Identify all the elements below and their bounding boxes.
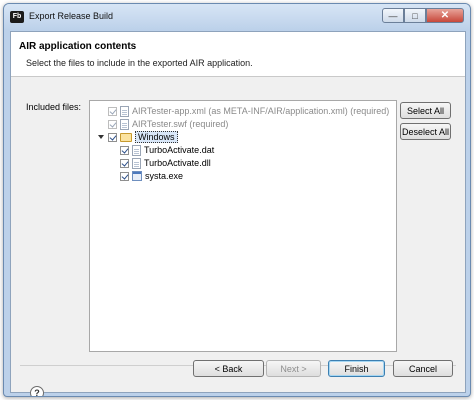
tree-item-checkbox[interactable]: [120, 158, 129, 168]
tree-item-label: TurboActivate.dll: [144, 158, 211, 168]
wizard-header: AIR application contents Select the file…: [11, 32, 465, 77]
tree-item-checkbox[interactable]: [108, 132, 117, 142]
minimize-icon: —: [388, 10, 398, 21]
dialog-client-area: AIR application contents Select the file…: [10, 31, 466, 396]
tree-item-checkbox[interactable]: [108, 106, 117, 116]
close-button[interactable]: ✕: [426, 8, 464, 23]
tree-item-folder[interactable]: Windows: [98, 131, 178, 143]
maximize-icon: □: [412, 10, 418, 21]
select-all-button[interactable]: Select All: [400, 102, 451, 119]
included-files-label: Included files:: [26, 102, 82, 112]
expand-arrow-icon[interactable]: [98, 135, 104, 139]
tree-item-checkbox[interactable]: [120, 145, 129, 155]
folder-icon: [120, 132, 132, 142]
tree-item[interactable]: AIRTester-app.xml (as META-INF/AIR/appli…: [108, 105, 389, 117]
exe-icon: [132, 171, 142, 181]
tree-item-checkbox[interactable]: [108, 119, 117, 129]
file-icon: [120, 118, 129, 130]
flash-builder-icon: Fb: [10, 11, 24, 23]
deselect-all-button[interactable]: Deselect All: [400, 123, 451, 140]
minimize-button[interactable]: —: [382, 8, 404, 23]
tree-item-label: AIRTester.swf (required): [132, 119, 229, 129]
page-title: AIR application contents: [19, 41, 137, 52]
included-files-tree[interactable]: AIRTester-app.xml (as META-INF/AIR/appli…: [89, 100, 397, 352]
tree-item-label: TurboActivate.dat: [144, 145, 215, 155]
tree-item[interactable]: TurboActivate.dll: [120, 157, 211, 169]
next-button[interactable]: Next >: [266, 360, 321, 377]
export-release-build-window: Fb Export Release Build — □ ✕ AIR applic…: [3, 3, 471, 397]
tree-item-label: systa.exe: [145, 171, 184, 181]
help-icon[interactable]: ?: [30, 386, 44, 396]
back-button[interactable]: < Back: [193, 360, 264, 377]
tree-item-checkbox[interactable]: [120, 171, 129, 181]
tree-item-label: Windows: [135, 131, 178, 143]
page-description: Select the files to include in the expor…: [26, 58, 253, 68]
tree-item[interactable]: systa.exe: [120, 170, 183, 182]
window-controls: — □ ✕: [382, 8, 464, 23]
file-icon: [132, 157, 141, 169]
file-icon: [132, 144, 141, 156]
file-icon: [120, 105, 129, 117]
tree-item-label: AIRTester-app.xml (as META-INF/AIR/appli…: [132, 106, 390, 116]
maximize-button[interactable]: □: [404, 8, 426, 23]
cancel-button[interactable]: Cancel: [393, 360, 453, 377]
title-bar[interactable]: Fb Export Release Build — □ ✕: [4, 4, 470, 30]
tree-item[interactable]: TurboActivate.dat: [120, 144, 214, 156]
window-title: Export Release Build: [29, 11, 114, 21]
close-icon: ✕: [440, 10, 450, 21]
finish-button[interactable]: Finish: [328, 360, 385, 377]
tree-item[interactable]: AIRTester.swf (required): [108, 118, 228, 130]
